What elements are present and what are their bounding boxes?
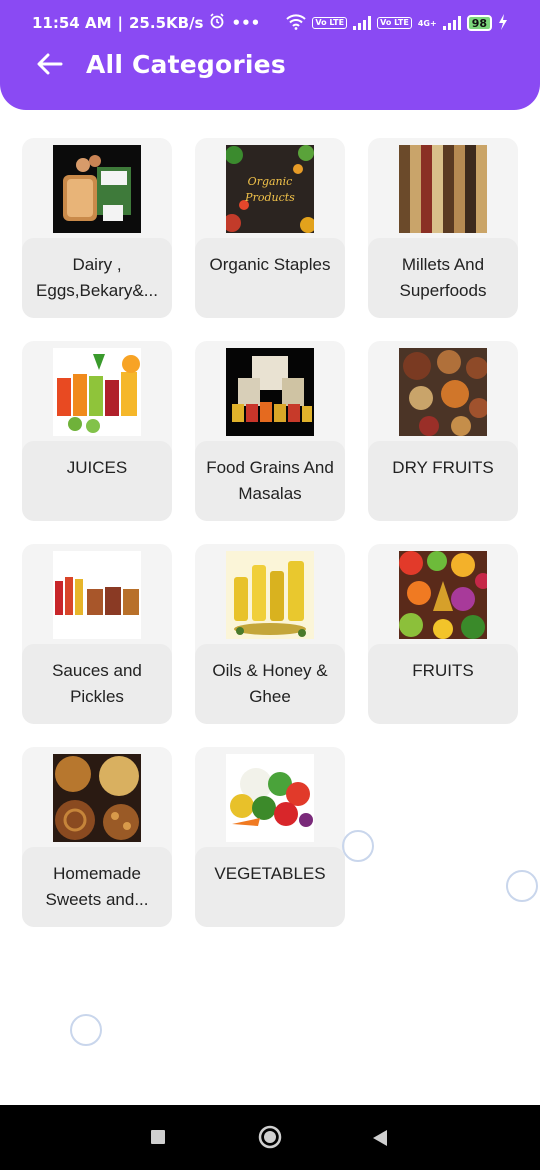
signal-icon-2 bbox=[442, 16, 461, 30]
dry-fruits-image bbox=[399, 348, 487, 436]
category-card-dry-fruits[interactable]: DRY FRUITS bbox=[368, 341, 518, 521]
touch-ring-indicator bbox=[70, 1014, 102, 1046]
sweets-image bbox=[53, 754, 141, 842]
category-label: Millets And Superfoods bbox=[368, 238, 518, 318]
category-label: Oils & Honey & Ghee bbox=[195, 644, 345, 724]
category-card-oils[interactable]: Oils & Honey & Ghee bbox=[195, 544, 345, 724]
juices-image bbox=[53, 348, 141, 436]
more-dots-icon: ••• bbox=[231, 14, 261, 32]
category-card-organic-staples[interactable]: Organic Products Organic Staples bbox=[195, 138, 345, 318]
organic-products-image: Organic Products bbox=[226, 145, 314, 233]
battery-icon: 98 bbox=[466, 15, 492, 31]
back-button[interactable] bbox=[34, 48, 66, 80]
oils-honey-image bbox=[226, 551, 314, 639]
signal-icon-1 bbox=[353, 16, 372, 30]
status-speed: 25.5KB/s bbox=[129, 14, 204, 32]
volte-badge-1: Vo LTE bbox=[312, 17, 348, 29]
category-label: Food Grains And Masalas bbox=[195, 441, 345, 521]
svg-text:Organic: Organic bbox=[248, 175, 293, 188]
grains-masalas-image bbox=[226, 348, 314, 436]
fruits-image bbox=[399, 551, 487, 639]
vegetables-image bbox=[226, 754, 314, 842]
bakery-products-image bbox=[53, 145, 141, 233]
category-card-sauces[interactable]: Sauces and Pickles bbox=[22, 544, 172, 724]
wifi-icon bbox=[286, 13, 307, 33]
category-card-fruits[interactable]: FRUITS bbox=[368, 544, 518, 724]
category-card-juices[interactable]: JUICES bbox=[22, 341, 172, 521]
touch-ring-indicator bbox=[342, 830, 374, 862]
square-icon bbox=[151, 1130, 165, 1144]
arrow-left-icon bbox=[37, 53, 63, 75]
svg-text:Products: Products bbox=[244, 191, 295, 204]
category-label: Organic Staples bbox=[195, 238, 345, 318]
category-card-dairy[interactable]: Dairy , Eggs,Bekary&... bbox=[22, 138, 172, 318]
alarm-icon bbox=[209, 13, 225, 33]
charging-icon bbox=[498, 13, 508, 33]
touch-ring-indicator bbox=[506, 870, 538, 902]
back-nav-button[interactable] bbox=[372, 1129, 388, 1151]
category-card-food-grains[interactable]: Food Grains And Masalas bbox=[195, 341, 345, 521]
category-label: FRUITS bbox=[368, 644, 518, 724]
millets-image bbox=[399, 145, 487, 233]
category-label: VEGETABLES bbox=[195, 847, 345, 927]
category-label: Dairy , Eggs,Bekary&... bbox=[22, 238, 172, 318]
system-nav-bar bbox=[0, 1105, 540, 1170]
category-card-sweets[interactable]: Homemade Sweets and... bbox=[22, 747, 172, 927]
category-label: Homemade Sweets and... bbox=[22, 847, 172, 927]
category-label: JUICES bbox=[22, 441, 172, 521]
triangle-back-icon bbox=[373, 1130, 387, 1146]
circle-icon bbox=[258, 1125, 282, 1149]
category-label: DRY FRUITS bbox=[368, 441, 518, 521]
recents-button[interactable] bbox=[150, 1129, 166, 1149]
category-card-vegetables[interactable]: VEGETABLES bbox=[195, 747, 345, 927]
volte-badge-2: Vo LTE bbox=[377, 17, 412, 29]
category-card-millets[interactable]: Millets And Superfoods bbox=[368, 138, 518, 318]
status-bar: 11:54 AM | 25.5KB/s ••• Vo LTE Vo LTE 4G… bbox=[0, 0, 540, 46]
page-title: All Categories bbox=[86, 49, 286, 79]
app-header: 11:54 AM | 25.5KB/s ••• Vo LTE Vo LTE 4G… bbox=[0, 0, 540, 110]
status-time: 11:54 AM bbox=[32, 14, 112, 32]
network-type: 4G+ bbox=[417, 18, 437, 28]
category-label: Sauces and Pickles bbox=[22, 644, 172, 724]
sauces-pickles-image bbox=[53, 551, 141, 639]
home-button[interactable] bbox=[258, 1125, 282, 1153]
